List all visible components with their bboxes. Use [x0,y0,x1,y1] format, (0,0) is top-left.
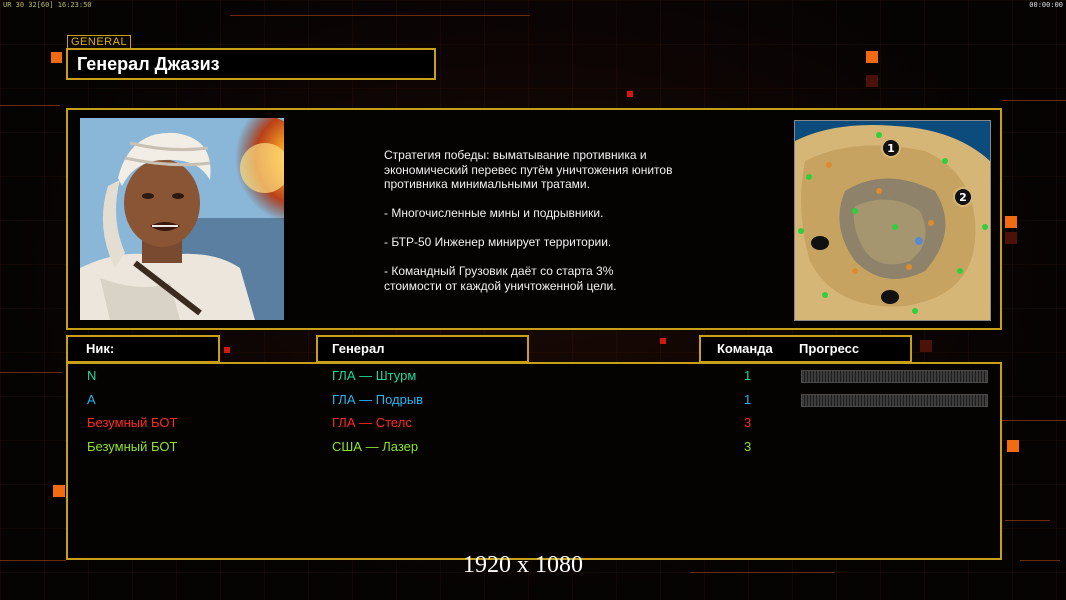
description-paragraph: - БТР-50 Инженер минирует территории. [384,235,612,249]
deco-square [627,91,633,97]
description-paragraph: - Многочисленные мины и подрывники. [384,206,604,220]
minimap-image: 1 2 [795,121,990,320]
deco-line [230,15,530,16]
deco-line [0,372,62,373]
minimap: 1 2 [794,120,991,321]
deco-line [690,572,835,573]
player-team: 1 [744,392,752,407]
portrait-image [80,118,284,320]
deco-line [1020,560,1060,561]
player-general: ГЛА — Подрыв [332,392,424,407]
deco-line [1005,520,1050,521]
deco-square [660,338,666,344]
player-row: Безумный БОТ ГЛА — Стелс 3 [68,413,1000,433]
description-paragraph: - Командный Грузовик даёт со старта 3% с… [384,264,617,293]
player-nick: N [87,368,97,383]
deco-line [1002,420,1066,421]
player-general: ГЛА — Штурм [332,368,417,383]
deco-square [1005,232,1017,244]
general-title-box: Генерал Джазиз [66,48,436,80]
header-nick-label: Ник: [86,341,115,356]
player-row: Безумный БОТ США — Лазер 3 [68,437,1000,457]
deco-line [0,560,66,561]
general-name: Генерал Джазиз [77,54,220,74]
deco-square [224,347,230,353]
hud-timer: 00:00:00 [1029,1,1063,9]
column-header-general: Генерал [316,335,529,363]
minimap-start-marker: 2 [959,191,967,204]
player-general: ГЛА — Стелс [332,415,412,430]
player-row: A ГЛА — Подрыв 1 [68,390,1000,410]
header-general-label: Генерал [332,341,385,356]
player-row: N ГЛА — Штурм 1 [68,366,1000,386]
loading-progress-bar [801,370,988,383]
players-panel: N ГЛА — Штурм 1 A ГЛА — Подрыв 1 Безумны… [66,362,1002,560]
general-tag: GENERAL [67,35,132,49]
player-nick: Безумный БОТ [87,439,178,454]
deco-square [1005,216,1017,228]
hud-fps-readout: UR 30 32[60] 16:23:50 [3,1,92,9]
loading-progress-bar [801,394,988,407]
player-team: 1 [744,368,752,383]
general-portrait [80,118,284,320]
resolution-label: 1920 x 1080 [463,552,583,578]
player-team: 3 [744,439,752,454]
player-nick: Безумный БОТ [87,415,178,430]
deco-square [1007,440,1019,452]
player-general: США — Лазер [332,439,419,454]
description-paragraph: Стратегия победы: выматывание противника… [384,148,673,191]
deco-square [920,340,932,352]
column-header-team-progress: Команда Прогресс [699,335,912,363]
player-team: 3 [744,415,752,430]
general-info-panel: Стратегия победы: выматывание противника… [66,108,1002,330]
deco-line [0,105,60,106]
deco-square [866,51,878,63]
deco-square [866,75,878,87]
minimap-start-marker: 1 [887,142,895,155]
strategy-description: Стратегия победы: выматывание противника… [384,148,744,308]
column-header-nick: Ник: [66,335,220,363]
deco-line [1002,100,1066,101]
header-team-label: Команда [717,341,773,356]
deco-square [53,485,65,497]
player-nick: A [87,392,96,407]
deco-square [51,52,62,63]
header-progress-label: Прогресс [799,341,860,356]
